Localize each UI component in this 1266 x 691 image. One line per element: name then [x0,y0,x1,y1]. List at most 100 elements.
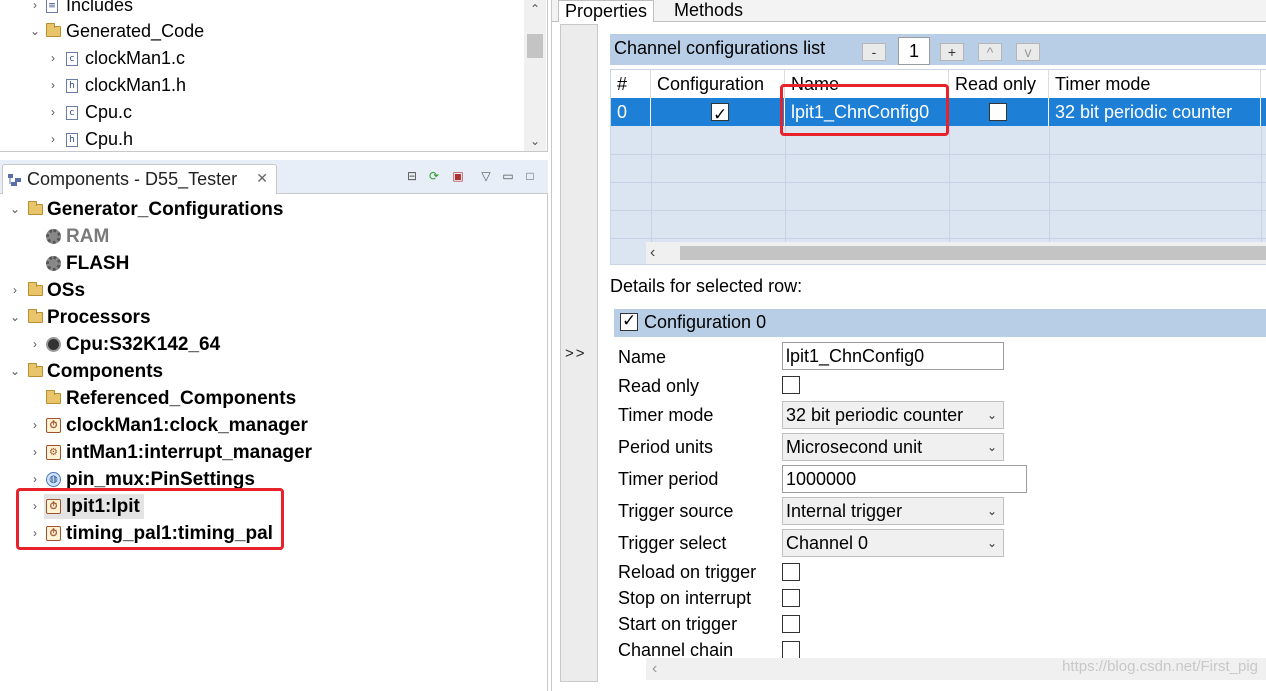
component-icon: ⏱ [46,526,61,541]
channel-chain-checkbox[interactable] [782,641,800,658]
trigger-select-select[interactable]: Channel 0 ⌄ [782,529,1004,557]
chevron-right-icon[interactable]: › [46,99,60,126]
view-menu-icon[interactable]: ▽ [478,168,494,184]
column-header-timer-mode[interactable]: Timer mode [1049,70,1261,98]
start-on-trigger-checkbox[interactable] [782,615,800,633]
chevron-down-icon[interactable]: ⌄ [28,18,42,45]
chevron-down-icon[interactable]: ⌄ [8,196,22,223]
tree-item-generator-configurations[interactable]: ⌄ Generator_Configurations [0,196,540,223]
trigger-source-select[interactable]: Internal trigger ⌄ [782,497,1004,525]
chevron-down-icon[interactable]: ⌄ [8,304,22,331]
column-header-read-only[interactable]: Read only [949,70,1049,98]
name-field[interactable]: lpit1_ChnConfig0 [782,342,1004,370]
column-header-name[interactable]: Name [785,70,949,98]
column-header-index[interactable]: # [611,70,651,98]
tree-item-ram[interactable]: RAM [0,223,540,250]
configuration-checkbox[interactable] [711,101,729,126]
tree-item-timing-pal1[interactable]: › ⏱ timing_pal1:timing_pal [0,520,540,547]
remove-row-button[interactable]: - [862,43,886,61]
scrollbar-thumb[interactable] [527,34,543,58]
component-icon: ⚙ [46,445,61,460]
period-units-select[interactable]: Microsecond unit ⌄ [782,433,1004,461]
row-count-field[interactable]: 1 [898,37,930,65]
folder-open-icon [28,201,43,215]
components-tab-icon [8,174,21,186]
configuration-section-header: Configuration 0 [614,309,1266,337]
channel-list-title: Channel configurations list [614,38,826,58]
refresh-icon[interactable]: ⟳ [426,168,442,184]
chevron-right-icon[interactable]: › [28,466,42,493]
move-down-button[interactable]: v [1016,43,1040,61]
scroll-down-icon[interactable]: ⌄ [524,132,546,150]
tree-item-generated-code[interactable]: ⌄ Generated_Code [0,18,520,45]
chevron-right-icon[interactable]: › [28,493,42,520]
tree-item-components[interactable]: ⌄ Components [0,358,540,385]
minimize-icon[interactable]: ▭ [500,168,516,184]
chevron-right-icon[interactable]: › [8,277,22,304]
timer-period-field[interactable]: 1000000 [782,465,1027,493]
column-header-configuration[interactable]: Configuration [651,70,785,98]
c-file-icon: c [66,106,78,120]
move-up-button[interactable]: ^ [978,43,1002,61]
tree-item-referenced-components[interactable]: Referenced_Components [0,385,540,412]
chevron-down-icon[interactable]: ⌄ [981,530,1003,556]
scroll-left-icon[interactable]: ‹ [652,658,657,680]
chevron-down-icon[interactable]: ⌄ [981,402,1003,428]
close-icon[interactable]: ✕ [256,170,268,187]
h-file-icon: h [66,133,78,147]
maximize-icon[interactable]: □ [522,168,538,184]
chevron-right-icon[interactable]: › [46,126,60,151]
tree-item-intman1[interactable]: › ⚙ intMan1:interrupt_manager [0,439,540,466]
tab-components[interactable]: Components - D55_Tester ✕ [2,164,277,194]
tab-properties[interactable]: Properties [558,0,655,22]
tree-item-flash[interactable]: FLASH [0,250,540,277]
tree-item-cpu-h[interactable]: › h Cpu.h [0,126,520,151]
tree-item-clockman1-c[interactable]: › c clockMan1.c [0,45,520,72]
chevron-right-icon[interactable]: › [46,72,60,99]
read-only-checkbox[interactable] [989,103,1007,121]
read-only-field-checkbox[interactable] [782,376,800,394]
tree-item-includes[interactable]: › ≡ Includes [0,0,520,19]
tree-item-cpu[interactable]: › Cpu:S32K142_64 [0,331,540,358]
collapse-all-icon[interactable]: ⊟ [404,168,420,184]
tree-item-pin-mux[interactable]: › ◍ pin_mux:PinSettings [0,466,540,493]
chevron-right-icon[interactable]: › [28,412,42,439]
cell-read-only[interactable] [949,98,1049,126]
cell-name[interactable]: lpit1_ChnConfig0 [785,98,949,126]
add-row-button[interactable]: + [940,43,964,61]
reload-on-trigger-checkbox[interactable] [782,563,800,581]
globe-icon: ◍ [46,472,61,487]
generate-code-icon[interactable]: ▣ [450,168,466,184]
chevron-right-icon[interactable]: › [28,331,42,358]
cell-configuration[interactable] [651,98,785,126]
configuration-enabled-checkbox[interactable] [620,311,638,331]
tree-item-processors[interactable]: ⌄ Processors [0,304,540,331]
properties-content: Channel configurations list - 1 + ^ v # … [606,24,1266,682]
scroll-left-icon[interactable]: ‹ [650,242,655,264]
tab-methods[interactable]: Methods [668,0,749,22]
c-file-icon: c [66,52,78,66]
tree-item-lpit1[interactable]: › ⏱ lpit1:lpit [0,493,540,520]
chevron-right-icon[interactable]: › [28,0,42,19]
expand-toggle[interactable]: >> [565,345,587,362]
chevron-down-icon[interactable]: ⌄ [981,498,1003,524]
scrollbar-thumb[interactable] [680,246,1266,260]
chevron-right-icon[interactable]: › [28,439,42,466]
chevron-right-icon[interactable]: › [46,45,60,72]
chevron-right-icon[interactable]: › [28,520,42,547]
tree-item-clockman1-h[interactable]: › h clockMan1.h [0,72,520,99]
stop-on-interrupt-checkbox[interactable] [782,589,800,607]
scroll-up-icon[interactable]: ⌃ [524,0,546,18]
tree-item-cpu-c[interactable]: › c Cpu.c [0,99,520,126]
timer-mode-select[interactable]: 32 bit periodic counter ⌄ [782,401,1004,429]
grid-horizontal-scrollbar[interactable]: ‹ [646,242,1266,264]
cell-timer-mode[interactable]: 32 bit periodic counter [1049,98,1261,126]
project-vertical-scrollbar[interactable]: ⌃ ⌄ [524,0,546,151]
chevron-down-icon[interactable]: ⌄ [981,434,1003,460]
grid-line [611,238,1266,239]
tree-item-oss[interactable]: › OSs [0,277,540,304]
collapse-strip[interactable]: >> [560,24,598,682]
chevron-down-icon[interactable]: ⌄ [8,358,22,385]
table-row[interactable]: 0 lpit1_ChnConfig0 32 bit periodic count… [611,98,1266,126]
tree-item-clockman1[interactable]: › ⏱ clockMan1:clock_manager [0,412,540,439]
